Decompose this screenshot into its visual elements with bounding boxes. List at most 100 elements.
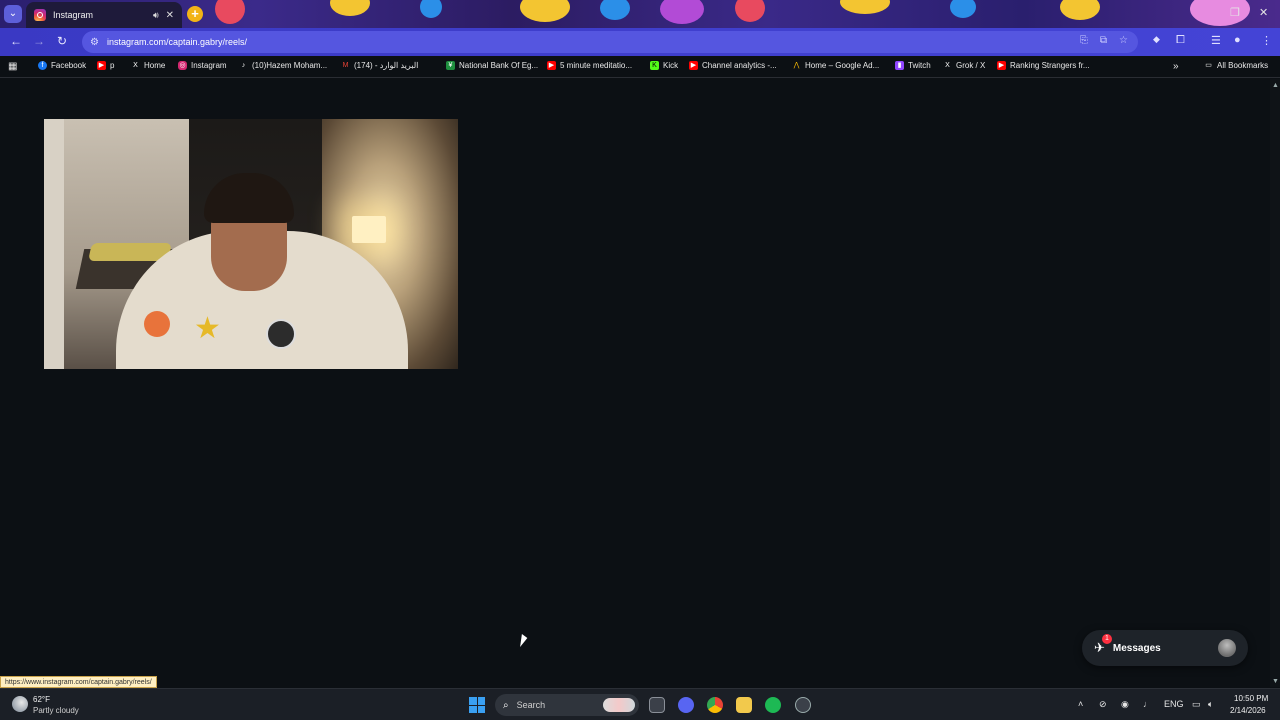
wallpaper-blob [1060, 0, 1100, 20]
bookmark-item[interactable]: M البريد الوارد - (174) [341, 61, 419, 70]
clock-date[interactable]: 2/14/2026 [1230, 706, 1266, 715]
install-app-icon[interactable]: ⧉ [1100, 35, 1107, 46]
wallpaper-blob [660, 0, 704, 24]
video-star-patch: ★ [194, 312, 221, 345]
translate-icon[interactable]: ⎘ [1080, 35, 1088, 46]
back-icon[interactable]: ← [10, 34, 22, 48]
new-tab-button[interactable]: + [187, 6, 203, 22]
wallpaper-blob [420, 0, 442, 18]
site-info-icon[interactable]: ⚙ [90, 37, 99, 48]
profile-avatar-icon[interactable]: ● [1234, 34, 1241, 46]
chevron-double-right-icon[interactable]: » [1173, 61, 1179, 72]
search-icon: ⌕ [503, 699, 509, 711]
wallpaper-blob [840, 0, 890, 14]
apps-grid-icon[interactable]: ▦ [8, 61, 17, 72]
webcam-video[interactable]: ★ [44, 119, 458, 369]
bookmark-item[interactable]: ◎ Instagram [178, 61, 227, 70]
windows-taskbar: 62°F Partly cloudy ⌕ Search ˄ ⊘ ◉ ♩ ENG … [0, 688, 1280, 720]
bookmark-item[interactable]: X Grok / X [943, 61, 985, 70]
clock-time[interactable]: 10:50 PM [1234, 694, 1268, 703]
twitch-icon: ▮ [895, 61, 904, 70]
bookmark-item[interactable]: ⋀ Home – Google Ad... [792, 61, 880, 70]
close-icon[interactable]: ✕ [166, 10, 174, 21]
instagram-icon [34, 9, 46, 21]
tab-title: Instagram [53, 10, 94, 20]
x-icon: X [945, 62, 950, 69]
weather-temperature[interactable]: 62°F [33, 695, 50, 704]
messages-label: Messages [1112, 642, 1161, 654]
bookmark-item[interactable]: ¥ National Bank Of Eg... [446, 61, 538, 70]
video-hoodie-patch [144, 311, 170, 337]
avatar [1218, 639, 1236, 657]
bookmark-item[interactable]: K Kick [650, 61, 678, 70]
bookmark-item[interactable]: f Facebook [38, 61, 86, 70]
wallpaper-blob [330, 0, 370, 16]
video-door [44, 119, 64, 369]
bookmark-item[interactable]: ▶ 5 minute meditatio... [547, 61, 632, 70]
weather-cloud-icon[interactable] [12, 696, 28, 712]
wallpaper-blob [520, 0, 570, 22]
bookmark-item[interactable]: ▶ p [97, 61, 114, 70]
page-scrollbar[interactable] [1270, 79, 1280, 687]
unread-badge: 1 [1102, 634, 1112, 644]
messenger-icon: ✈ 1 [1094, 634, 1112, 656]
bookmark-item[interactable]: X Home [131, 61, 165, 70]
bookmark-item[interactable]: ♪ (10)Hazem Moham... [239, 61, 327, 70]
volume-icon[interactable]: 🔈︎ [1208, 699, 1213, 710]
extension-icon[interactable]: ◆ [1153, 34, 1160, 45]
kick-icon: K [650, 61, 659, 70]
video-lamp [352, 216, 386, 243]
gmail-icon: M [342, 62, 349, 69]
extensions-puzzle-icon[interactable]: ⧠ [1176, 34, 1185, 47]
restore-icon[interactable]: ❐ [1230, 6, 1240, 19]
all-bookmarks-button[interactable]: ▭ All Bookmarks [1204, 61, 1268, 70]
nbe-icon: ¥ [446, 61, 455, 70]
windows-start-icon[interactable] [469, 697, 485, 713]
bookmark-item[interactable]: ▮ Twitch [895, 61, 931, 70]
wallpaper-blob [950, 0, 976, 18]
weather-description[interactable]: Partly cloudy [33, 706, 79, 715]
folder-icon: ▭ [1205, 62, 1212, 69]
chevron-up-icon[interactable]: ˄ [1078, 699, 1083, 709]
menu-kebab-icon[interactable]: ⋮ [1261, 34, 1272, 47]
close-window-icon[interactable]: ✕ [1259, 6, 1268, 19]
app-icon[interactable] [795, 697, 811, 713]
google-ads-icon: ⋀ [793, 62, 800, 69]
scroll-down-icon[interactable]: ▼ [1272, 678, 1279, 685]
discord-tray-icon[interactable]: ◉ [1121, 699, 1129, 710]
taskbar-search[interactable]: ⌕ Search [495, 694, 639, 716]
search-highlight-art [603, 698, 635, 712]
reload-icon[interactable]: ↻ [57, 34, 67, 48]
video-logo-patch [266, 319, 296, 349]
wallpaper-blob [1190, 0, 1250, 26]
address-url: instagram.com/captain.gabry/reels/ [106, 37, 248, 47]
discord-icon[interactable] [678, 697, 694, 713]
scroll-up-icon[interactable]: ▲ [1272, 82, 1279, 89]
tab-search-icon[interactable]: ☰ [1211, 34, 1221, 47]
youtube-icon: ▶ [689, 61, 698, 70]
bookmark-item[interactable]: ▶ Channel analytics -... [689, 61, 777, 70]
x-icon: X [133, 62, 138, 69]
chrome-icon[interactable] [707, 697, 723, 713]
youtube-icon: ▶ [97, 61, 106, 70]
bookmark-item[interactable]: ▶ Ranking Strangers fr... [997, 61, 1090, 70]
bookmark-star-icon[interactable]: ☆ [1119, 35, 1128, 46]
youtube-icon: ▶ [997, 61, 1006, 70]
network-off-icon[interactable]: ⊘ [1099, 699, 1107, 710]
speaker-icon[interactable]: 🔊︎ [153, 10, 159, 21]
wallpaper-blob [600, 0, 630, 20]
tab-instagram[interactable]: Instagram 🔊︎ ✕ [26, 2, 182, 28]
bookmarks-bar: ▦ f Facebook ▶ p X Home ◎ Instagram ♪ (10)Haz… [0, 56, 1280, 78]
display-icon[interactable]: ▭ [1192, 699, 1201, 710]
language-indicator[interactable]: ENG [1164, 699, 1184, 709]
file-explorer-icon[interactable] [736, 697, 752, 713]
messages-button[interactable]: ✈ 1 Messages [1082, 630, 1248, 666]
task-view-icon[interactable] [649, 697, 665, 713]
forward-icon[interactable]: → [33, 34, 45, 48]
microphone-icon[interactable]: ♩ [1143, 699, 1152, 709]
address-bar[interactable]: ⚙ instagram.com/captain.gabry/reels/ ⎘ ⧉… [82, 31, 1138, 53]
facebook-icon: f [38, 61, 47, 70]
tab-search-button[interactable]: ⌄ [4, 5, 22, 23]
instagram-icon: ◎ [178, 61, 187, 70]
spotify-icon[interactable] [765, 697, 781, 713]
